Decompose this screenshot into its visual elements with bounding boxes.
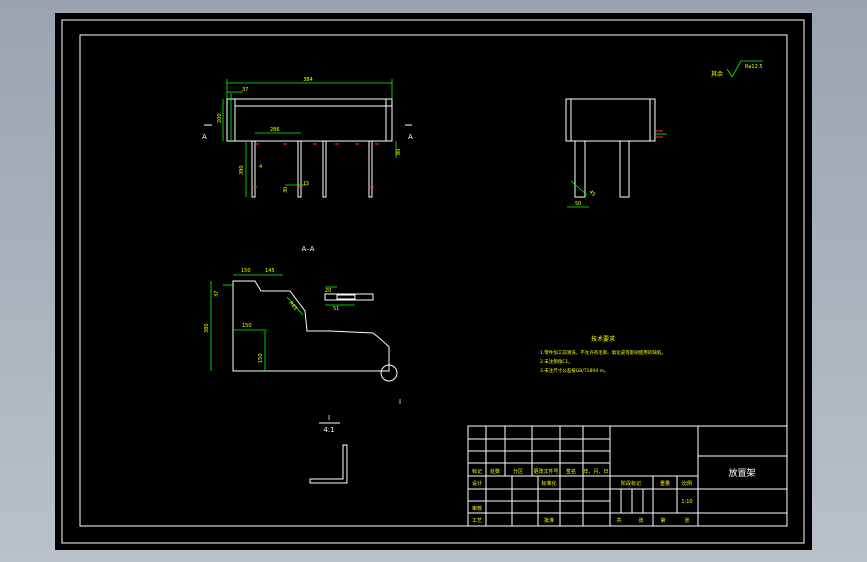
sec-dim-3-text: 37 — [214, 291, 220, 297]
tb-sheet-unit-1: 张 — [638, 517, 643, 524]
box-body — [226, 98, 393, 142]
tb-process: 工艺 — [472, 518, 482, 524]
tb-stage: 阶段标记 — [621, 480, 641, 487]
section-marker-right: A — [408, 133, 413, 141]
slot-dim-1-text: 20 — [325, 288, 331, 294]
tb-approve: 批准 — [544, 517, 554, 524]
part-name: 放置架 — [728, 467, 755, 479]
dim-leg-height-text: 390 — [239, 165, 245, 175]
side-leg-width-text: 50 — [575, 201, 581, 207]
dim-height-left-text: 200 — [217, 113, 223, 123]
sec-dim-1-text: 150 — [241, 268, 251, 274]
slot-hole — [336, 294, 356, 300]
tb-design: 设计 — [472, 480, 482, 487]
dim-inner-span-text: 286 — [270, 127, 280, 133]
sec-dim-4-text: 150 — [242, 323, 252, 329]
side-leg-right — [619, 140, 630, 198]
dim-leg-gap-text: 4 — [259, 164, 262, 170]
dim-leg-small-2-text: 15 — [303, 181, 309, 187]
legs — [251, 140, 374, 198]
side-angle-text: 45 — [588, 189, 597, 198]
sec-height-text: 380 — [204, 323, 210, 333]
sec-dim-2-text: 145 — [265, 268, 275, 274]
sec-dim-5-text: 150 — [258, 353, 264, 363]
box-lip — [234, 98, 393, 107]
tb-header-count: 处数 — [490, 468, 500, 475]
dim-height-right-text: 80 — [396, 149, 402, 155]
tb-header-zone: 分区 — [513, 468, 523, 475]
tech-item-2: 2.未注倒角C1。 — [540, 358, 573, 365]
side-box — [565, 98, 656, 142]
tb-weight: 重量 — [660, 480, 670, 487]
roughness-value: Ra12.5 — [745, 64, 763, 70]
sec-radius-text: R85 — [287, 300, 298, 311]
detail-label: I — [328, 414, 330, 422]
tb-sheet-unit-2: 张 — [684, 517, 689, 524]
roughness-prefix: 其余 — [711, 70, 723, 78]
tb-header-date: 年、月、日 — [583, 468, 608, 475]
tech-item-3: 3.未注尺寸公差按GB/T1804-m。 — [540, 367, 609, 374]
roughness-symbol: 其余 Ra12.5 — [711, 60, 763, 78]
cad-viewport[interactable]: 384 37 286 200 80 390 4 30 15 A A 45 50 — [55, 13, 812, 550]
tb-sheet-no: 第 — [660, 517, 665, 524]
tb-scale-label: 比例 — [682, 480, 692, 487]
dim-leg-small-1-text: 30 — [283, 187, 289, 193]
drawing-sheet: 384 37 286 200 80 390 4 30 15 A A 45 50 — [61, 19, 805, 544]
section-marker-left: A — [202, 133, 207, 141]
detail-scale: 4:1 — [323, 426, 334, 434]
tech-requirements: 技术要求 1.零件加工前清洗，不允许有毛刺、氧化皮等影响使用的缺陷。 2.未注倒… — [540, 335, 666, 374]
section-title: A–A — [301, 245, 314, 253]
dim-overall-text: 384 — [303, 77, 313, 83]
dim-left-offset-text: 37 — [242, 87, 248, 93]
title-block: 标记 处数 分区 更改文件号 签名 年、月、日 设计 标准化 审核 工艺 批准 … — [467, 425, 788, 527]
tech-title: 技术要求 — [591, 335, 615, 343]
slot-dim-2-text: 51 — [333, 306, 339, 312]
tb-standard: 标准化 — [541, 480, 556, 487]
tb-header-mark: 标记 — [472, 468, 482, 475]
tb-header-docno: 更改文件号 — [533, 468, 558, 475]
tb-header-sign: 签名 — [566, 468, 576, 475]
section-view: I 150 145 37 380 150 150 R85 20 51 — [204, 268, 401, 406]
tb-review: 审核 — [472, 505, 482, 512]
tb-scale-value: 1:10 — [681, 499, 692, 505]
side-view: 45 50 — [565, 98, 667, 208]
detail-angle-profile — [309, 444, 348, 484]
outer-border — [61, 19, 805, 544]
inner-frame — [79, 34, 788, 527]
tech-item-1: 1.零件加工前清洗，不允许有毛刺、氧化皮等影响使用的缺陷。 — [540, 349, 666, 356]
detail-view: I 4:1 — [309, 414, 348, 484]
front-view: 384 37 286 200 80 390 4 30 15 A A — [202, 77, 413, 198]
detail-marker: I — [399, 398, 401, 406]
tb-sheet-total: 共 — [616, 517, 621, 524]
